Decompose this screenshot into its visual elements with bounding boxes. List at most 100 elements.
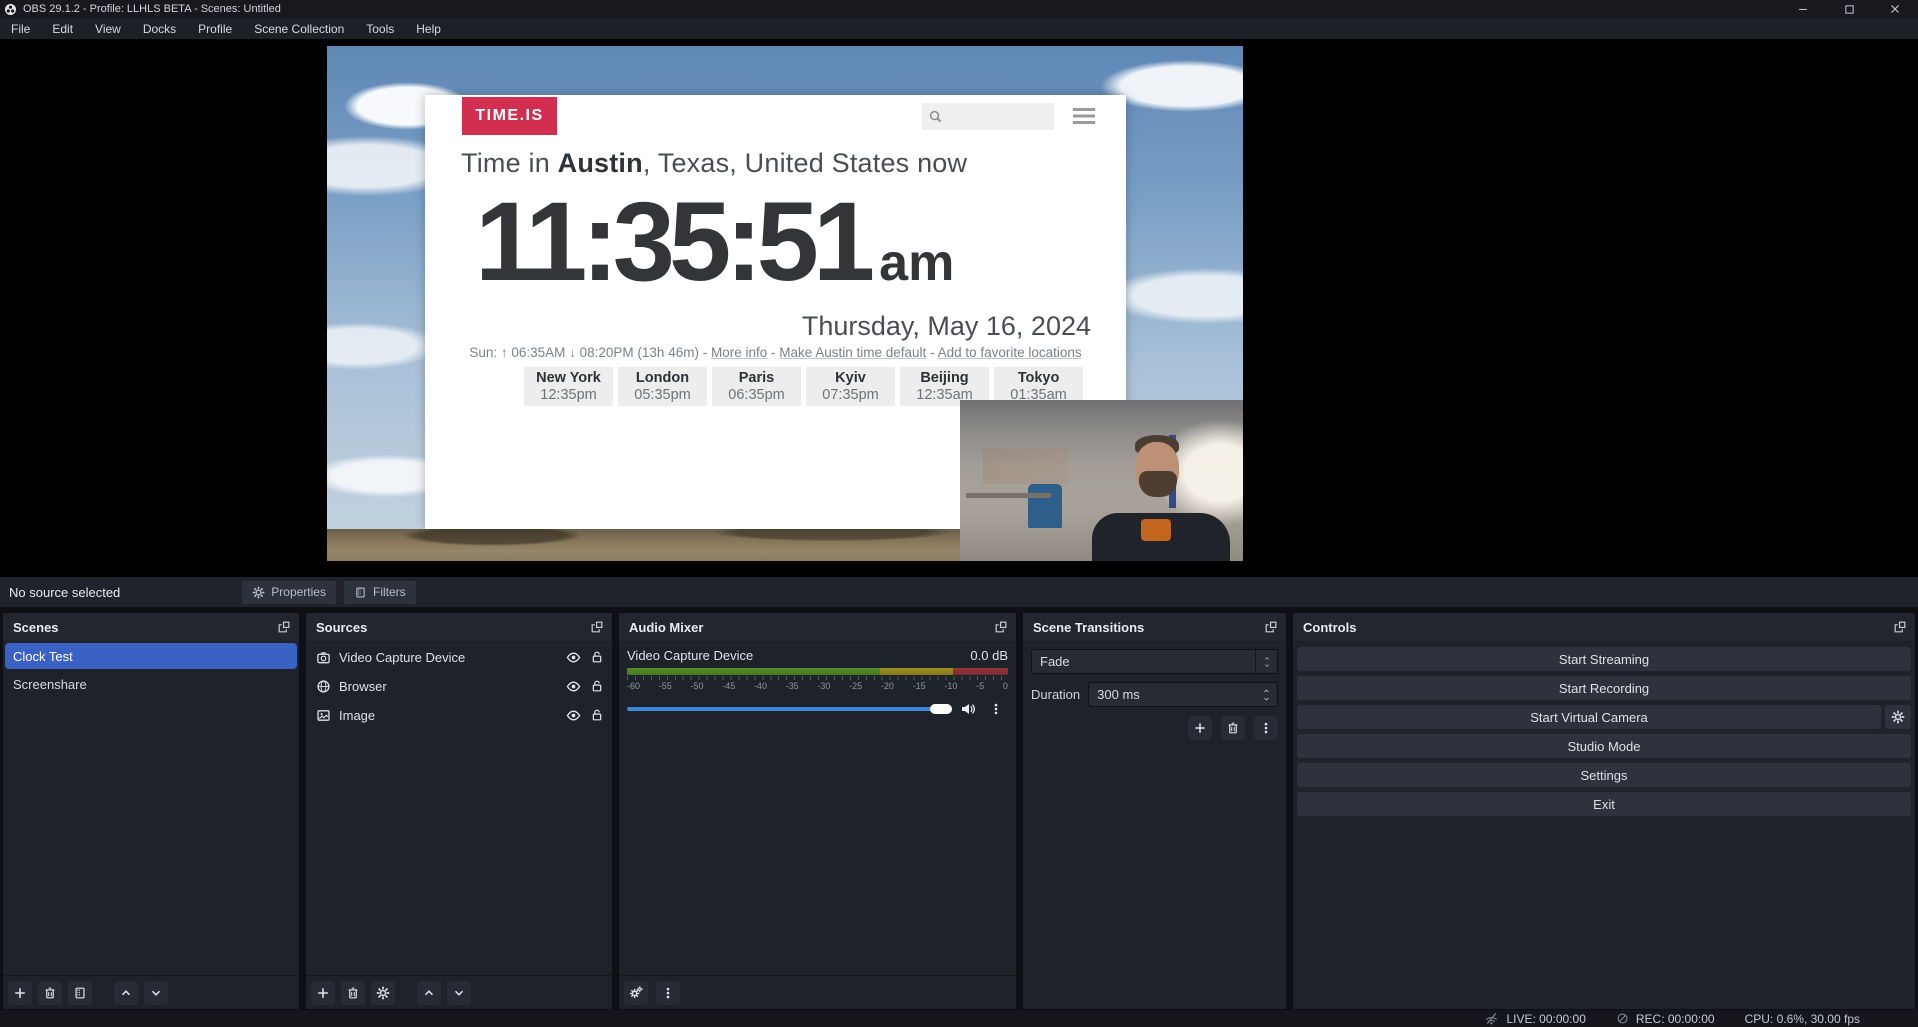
more-info-link: More info [711,345,767,360]
popout-icon[interactable] [277,620,291,634]
rec-off-icon [1616,1012,1629,1025]
search-icon [928,109,943,124]
menu-view[interactable]: View [84,18,132,39]
scene-down-button[interactable] [144,981,168,1005]
dock-area: Scenes Clock Test Screenshare Sources Vi… [0,607,1918,1010]
hamburger-menu-icon [1073,108,1095,124]
popout-icon[interactable] [994,620,1008,634]
menu-bar: File Edit View Docks Profile Scene Colle… [0,18,1918,39]
scene-item-clock-test[interactable]: Clock Test [5,643,297,669]
start-virtual-camera-button[interactable]: Start Virtual Camera [1297,705,1881,729]
timeis-logo: TIME.IS [462,97,557,135]
scene-transitions-panel: Scene Transitions Fade Duration 300 ms [1022,612,1287,1010]
transition-select[interactable]: Fade [1031,649,1278,674]
scenes-toolbar [3,975,299,1009]
minimize-button[interactable] [1780,0,1826,18]
preview-canvas[interactable]: TIME.IS Time in Austin, Texas, United St… [0,39,1918,577]
clock-digits: 11:35:51 [475,179,869,304]
globe-icon [316,679,331,694]
transitions-title: Scene Transitions [1033,620,1144,635]
menu-tools[interactable]: Tools [355,18,405,39]
filters-button[interactable]: Filters [344,581,416,604]
menu-profile[interactable]: Profile [187,18,243,39]
source-row-video-capture[interactable]: Video Capture Device [306,645,612,670]
mixer-menu-button[interactable] [656,981,680,1005]
program-video: TIME.IS Time in Austin, Texas, United St… [327,46,1243,561]
controls-panel: Controls Start Streaming Start Recording… [1292,612,1916,1010]
lock-icon[interactable] [590,679,604,694]
popout-icon[interactable] [1893,620,1907,634]
speaker-icon[interactable] [960,701,976,717]
source-toolbar: No source selected Properties Filters [0,577,1918,607]
close-button[interactable] [1872,0,1918,18]
mixer-channel-name: Video Capture Device [627,648,753,663]
start-streaming-button[interactable]: Start Streaming [1297,647,1911,671]
maximize-button[interactable] [1826,0,1872,18]
window-title: OBS 29.1.2 - Profile: LLHLS BETA - Scene… [23,3,281,15]
advanced-audio-button[interactable] [624,981,648,1005]
world-clock-newyork: New York12:35pm [524,367,613,406]
visibility-eye-icon[interactable] [566,650,581,665]
remove-source-button[interactable] [341,981,365,1005]
timeis-clock: 11:35:51am [475,177,1115,306]
duration-label: Duration [1031,687,1080,702]
selection-status: No source selected [9,585,120,600]
menu-docks[interactable]: Docks [132,18,187,39]
source-down-button[interactable] [447,981,471,1005]
source-row-image[interactable]: Image [306,703,612,728]
menu-scene-collection[interactable]: Scene Collection [243,18,355,39]
audio-mixer-panel: Audio Mixer Video Capture Device 0.0 dB … [618,612,1017,1010]
menu-edit[interactable]: Edit [41,18,84,39]
world-clock-london: London05:35pm [618,367,707,406]
mixer-toolbar [619,975,1016,1009]
image-icon [316,708,331,723]
volume-slider-handle[interactable] [930,704,952,714]
lock-icon[interactable] [590,650,604,665]
add-transition-button[interactable] [1188,716,1212,740]
scenes-title: Scenes [13,620,59,635]
spinner-arrows-icon[interactable] [1255,687,1277,703]
add-source-button[interactable] [311,981,335,1005]
remove-transition-button[interactable] [1221,716,1245,740]
webcam-office-wall [983,448,1068,483]
meter-scale: -60-55-50-45-40-35-30-25-20-15-10-50 [627,681,1008,691]
studio-mode-button[interactable]: Studio Mode [1297,734,1911,758]
live-signal-off-icon [1484,1011,1499,1026]
scene-up-button[interactable] [114,981,138,1005]
lock-icon[interactable] [590,708,604,723]
start-recording-button[interactable]: Start Recording [1297,676,1911,700]
webcam-office-desk [966,493,1051,498]
mixer-channel-menu-button[interactable] [984,697,1008,721]
mixer-level-db: 0.0 dB [970,648,1008,663]
remove-scene-button[interactable] [38,981,62,1005]
exit-button[interactable]: Exit [1297,792,1911,816]
scene-item-screenshare[interactable]: Screenshare [5,671,297,697]
scene-filters-button[interactable] [68,981,92,1005]
popout-icon[interactable] [590,620,604,634]
popout-icon[interactable] [1264,620,1278,634]
timeis-date: Thursday, May 16, 2024 [802,311,1091,342]
filter-icon [354,586,367,599]
timeis-sun-info: Sun: ↑ 06:35AM ↓ 08:20PM (13h 46m) - Mor… [425,345,1126,360]
transition-menu-button[interactable] [1254,716,1278,740]
sources-toolbar [306,975,612,1009]
visibility-eye-icon[interactable] [566,679,581,694]
menu-file[interactable]: File [0,18,41,39]
controls-title: Controls [1303,620,1356,635]
select-arrows-icon [1255,650,1277,673]
settings-button[interactable]: Settings [1297,763,1911,787]
visibility-eye-icon[interactable] [566,708,581,723]
meter-tickmarks [627,676,1008,680]
add-scene-button[interactable] [8,981,32,1005]
properties-button[interactable]: Properties [242,581,336,604]
volume-slider[interactable] [627,704,952,714]
sources-panel: Sources Video Capture Device Browser Ima… [305,612,613,1010]
source-up-button[interactable] [417,981,441,1005]
virtual-camera-settings-button[interactable] [1885,705,1911,729]
menu-help[interactable]: Help [405,18,452,39]
webcam-office-chair [1028,484,1062,528]
source-properties-button[interactable] [371,981,395,1005]
source-row-browser[interactable]: Browser [306,674,612,699]
audio-mixer-title: Audio Mixer [629,620,703,635]
duration-spinner[interactable]: 300 ms [1088,682,1278,707]
